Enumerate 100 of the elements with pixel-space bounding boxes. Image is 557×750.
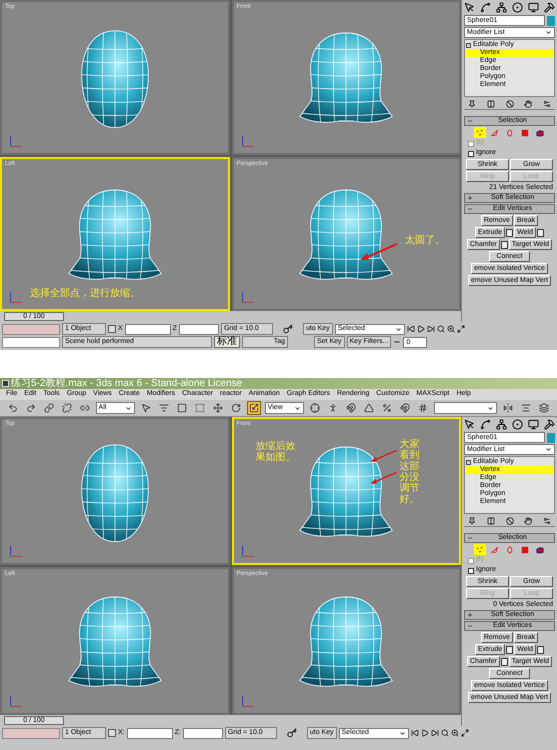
layers-tool[interactable]	[537, 401, 552, 415]
hand-icon[interactable]	[524, 100, 532, 108]
collapse-icon	[467, 118, 473, 124]
object-color-swatch[interactable]	[547, 16, 555, 26]
settings-button[interactable]	[500, 240, 508, 248]
settings-button[interactable]	[506, 646, 514, 654]
axis-tripod-icon	[8, 545, 22, 559]
vertex-icon[interactable]	[474, 544, 486, 555]
unlink-tool[interactable]	[60, 401, 74, 415]
hammer-tab-icon[interactable]	[544, 419, 555, 430]
figure-icon	[328, 403, 338, 413]
input-method-bar[interactable]: 标准	[214, 336, 240, 348]
ban-icon[interactable]	[506, 100, 514, 108]
hammer-tab-icon[interactable]	[544, 2, 555, 13]
zoom-icon[interactable]	[440, 729, 449, 737]
zoom-extents-icon[interactable]	[456, 325, 465, 333]
settings-button[interactable]	[500, 658, 508, 666]
display-tab-icon[interactable]	[528, 419, 539, 430]
move-tool[interactable]	[210, 401, 225, 415]
annotation-text: 大家看到这部分没调节好。	[400, 439, 420, 505]
go-to-start-icon[interactable]	[406, 325, 415, 333]
configure-icon[interactable]	[543, 100, 551, 108]
mirror-icon	[503, 403, 514, 413]
settings-button[interactable]	[536, 228, 544, 236]
dashed-square-tool[interactable]	[193, 401, 207, 415]
zoom-icon[interactable]	[436, 325, 445, 333]
zoom-all-icon[interactable]	[450, 729, 459, 737]
lock-icon[interactable]	[108, 325, 116, 333]
triangle-tool[interactable]	[362, 401, 376, 415]
color-swatch	[2, 324, 60, 334]
expand-icon	[467, 195, 473, 201]
axis-tripod-icon	[240, 134, 254, 148]
modify-tab-icon[interactable]	[480, 2, 491, 13]
pin-icon[interactable]	[468, 100, 476, 108]
hash-icon	[418, 403, 428, 413]
chain-icon	[80, 403, 90, 413]
coordinate-field[interactable]	[178, 324, 219, 334]
triangle-icon	[364, 403, 374, 413]
scale-tool[interactable]	[246, 401, 261, 415]
lock-icon[interactable]	[108, 729, 116, 737]
modify-tab-icon[interactable]	[480, 419, 491, 430]
play-icon[interactable]	[420, 729, 429, 737]
go-to-start-icon[interactable]	[410, 729, 419, 737]
axis-tripod-icon	[8, 134, 22, 148]
pause-icon[interactable]	[486, 100, 495, 108]
magnet-tool[interactable]	[344, 401, 358, 415]
object-color-swatch[interactable]	[547, 432, 555, 442]
move-icon	[212, 403, 223, 413]
go-to-end-icon[interactable]	[426, 325, 435, 333]
key-icon[interactable]	[284, 728, 299, 738]
settings-button[interactable]	[536, 646, 544, 654]
settings-button[interactable]	[506, 228, 514, 236]
checkbox[interactable]	[468, 568, 474, 574]
edge-icon[interactable]	[488, 127, 500, 138]
hand-icon[interactable]	[524, 516, 532, 524]
checkbox[interactable]	[468, 150, 474, 156]
align-icon	[521, 403, 532, 413]
create-tab-icon[interactable]	[464, 2, 475, 13]
rotate-icon	[230, 403, 241, 413]
link-tool[interactable]	[42, 401, 56, 415]
ban-icon[interactable]	[506, 516, 514, 524]
coordinate-field[interactable]	[182, 728, 223, 738]
magnet-icon	[346, 403, 356, 413]
script-field[interactable]	[2, 336, 60, 348]
edge-icon[interactable]	[488, 544, 500, 555]
toolbar-dropdown[interactable]	[434, 402, 498, 414]
pin-icon[interactable]	[468, 516, 476, 524]
expand-icon	[467, 612, 473, 618]
collapse-icon	[467, 206, 473, 212]
configure-icon[interactable]	[543, 516, 551, 524]
zoom-extents-icon[interactable]	[460, 729, 469, 737]
hierarchy-tab-icon[interactable]	[496, 419, 507, 430]
motion-tab-icon[interactable]	[512, 2, 523, 13]
go-to-end-icon[interactable]	[430, 729, 439, 737]
vertex-icon[interactable]	[474, 127, 486, 138]
scale-icon	[248, 403, 259, 413]
create-tab-icon[interactable]	[464, 419, 475, 430]
element-icon[interactable]	[534, 127, 546, 138]
magnet-tool[interactable]	[398, 401, 412, 415]
key-icon[interactable]	[280, 324, 295, 334]
collapse-icon	[467, 43, 470, 47]
play-icon[interactable]	[416, 325, 425, 333]
collapse-icon	[467, 535, 473, 541]
magnet-icon	[400, 403, 410, 413]
hierarchy-tab-icon[interactable]	[496, 2, 507, 13]
axis-tripod-icon	[240, 545, 254, 559]
element-icon[interactable]	[534, 544, 546, 555]
undo-icon	[8, 403, 18, 413]
display-tab-icon[interactable]	[528, 2, 539, 13]
coordinate-field[interactable]	[124, 324, 171, 334]
window-title: 练习5-2教程.max - 3ds max 6 - Stand-alone License	[11, 378, 242, 388]
zoom-all-icon[interactable]	[446, 325, 455, 333]
crosshair-tool[interactable]	[308, 401, 322, 415]
collapse-icon	[467, 623, 473, 629]
collapse-icon	[467, 460, 470, 464]
coordinate-field[interactable]	[126, 728, 173, 738]
motion-tab-icon[interactable]	[512, 419, 523, 430]
axis-tripod-icon	[240, 695, 254, 709]
pause-icon[interactable]	[486, 516, 495, 524]
link-icon	[44, 403, 54, 413]
